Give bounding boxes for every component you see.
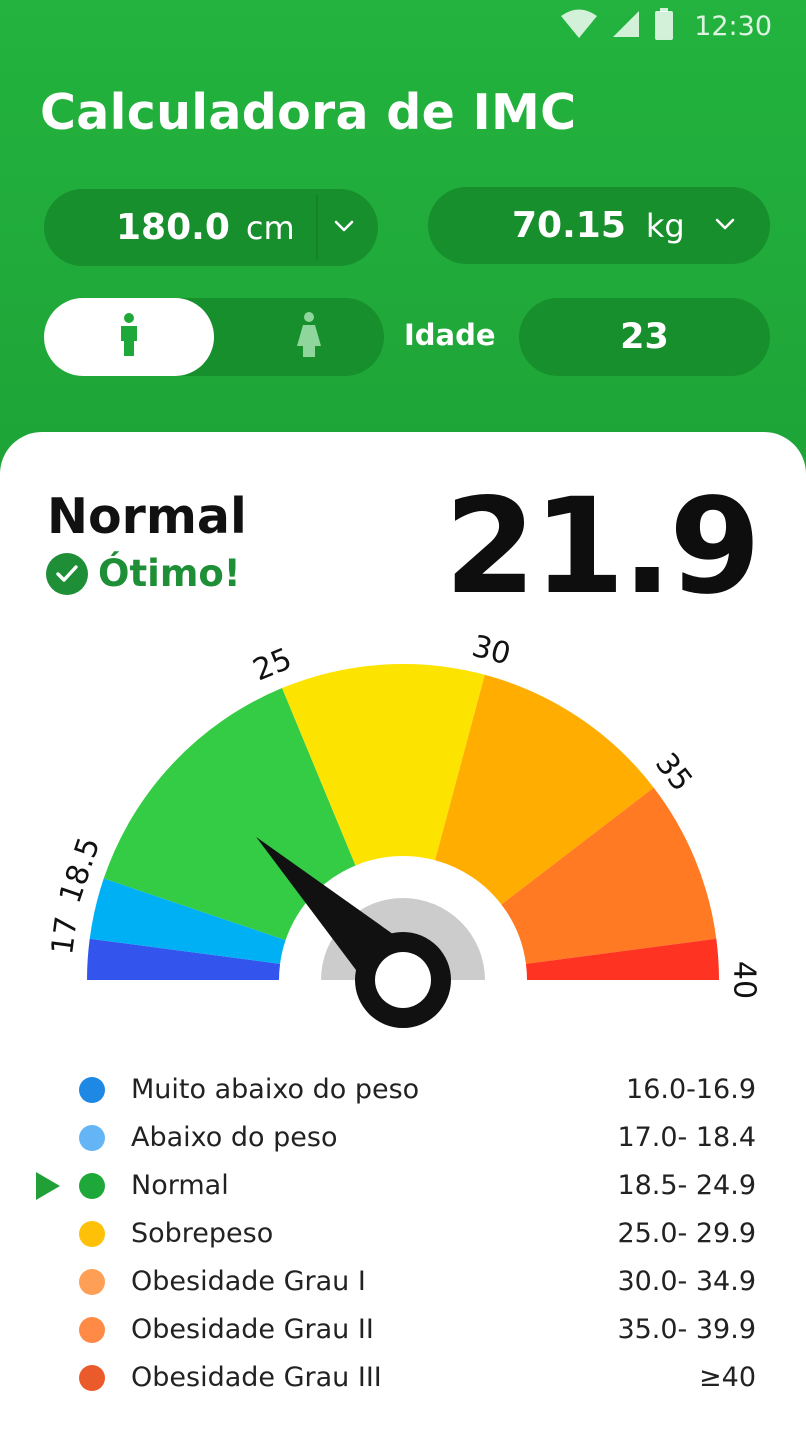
legend-range: 18.5- 24.9 xyxy=(617,1170,756,1201)
page-title: Calculadora de IMC xyxy=(40,84,577,141)
legend-label: Obesidade Grau II xyxy=(131,1314,374,1345)
height-value: 180.0 xyxy=(116,207,230,248)
age-value: 23 xyxy=(620,317,669,357)
legend-color-dot xyxy=(79,1269,105,1295)
legend-range: ≥40 xyxy=(699,1362,756,1393)
legend-label: Obesidade Grau I xyxy=(131,1266,366,1297)
height-unit: cm xyxy=(245,208,295,247)
legend-row: Sobrepeso 25.0- 29.9 xyxy=(0,1210,806,1258)
legend-range: 35.0- 39.9 xyxy=(617,1314,756,1345)
divider xyxy=(316,195,318,260)
status-text: Ótimo! xyxy=(98,552,241,595)
weight-unit: kg xyxy=(645,206,685,245)
weight-selector[interactable]: 70.15 kg xyxy=(428,187,770,264)
bmi-category: Normal xyxy=(47,488,247,545)
legend-row: Normal 18.5- 24.9 xyxy=(0,1162,806,1210)
check-circle-icon xyxy=(46,552,88,595)
current-category-arrow-icon xyxy=(36,1172,60,1200)
legend-label: Abaixo do peso xyxy=(131,1122,338,1153)
gender-female-option[interactable] xyxy=(254,298,364,376)
bmi-value: 21.9 xyxy=(444,470,761,624)
legend-color-dot xyxy=(79,1173,105,1199)
legend-color-dot xyxy=(79,1077,105,1103)
legend-range: 16.0-16.9 xyxy=(626,1074,756,1105)
wifi-icon xyxy=(560,9,598,43)
legend-label: Normal xyxy=(131,1170,229,1201)
legend-label: Sobrepeso xyxy=(131,1218,274,1249)
gauge-tick-label: 17 xyxy=(45,914,85,956)
battery-icon xyxy=(654,8,674,44)
chevron-down-icon[interactable] xyxy=(710,209,740,239)
gauge-tick-label: 25 xyxy=(248,641,297,688)
legend-row: Obesidade Grau I 30.0- 34.9 xyxy=(0,1258,806,1306)
cell-signal-icon xyxy=(612,10,640,42)
gender-male-option[interactable] xyxy=(44,298,214,376)
age-label: Idade xyxy=(404,318,496,352)
legend-row: Muito abaixo do peso 16.0-16.9 xyxy=(0,1066,806,1114)
clock: 12:30 xyxy=(694,10,772,42)
legend-row: Abaixo do peso 17.0- 18.4 xyxy=(0,1114,806,1162)
legend-range: 17.0- 18.4 xyxy=(617,1122,756,1153)
status-bar: 12:30 xyxy=(560,8,772,44)
chevron-down-icon[interactable] xyxy=(329,211,359,241)
gauge-tick-label: 40 xyxy=(727,961,762,999)
legend-color-dot xyxy=(79,1365,105,1391)
height-selector[interactable]: 180.0 cm xyxy=(44,189,378,266)
gauge-needle-hub-center xyxy=(375,952,431,1008)
bmi-gauge: 1718.525 303540 xyxy=(45,629,762,1028)
legend-range: 30.0- 34.9 xyxy=(617,1266,756,1297)
male-icon xyxy=(119,313,139,361)
legend-color-dot xyxy=(79,1125,105,1151)
gauge-tick-label: 30 xyxy=(468,629,514,673)
legend-range: 25.0- 29.9 xyxy=(617,1218,756,1249)
legend-label: Muito abaixo do peso xyxy=(131,1074,420,1105)
legend-row: Obesidade Grau II 35.0- 39.9 xyxy=(0,1306,806,1354)
female-icon xyxy=(296,312,322,362)
legend-color-dot xyxy=(79,1221,105,1247)
status-row: Ótimo! xyxy=(46,552,241,595)
legend-label: Obesidade Grau III xyxy=(131,1362,382,1393)
gender-toggle[interactable] xyxy=(44,298,384,376)
age-input[interactable]: 23 xyxy=(519,298,770,376)
legend-row: Obesidade Grau III ≥40 xyxy=(0,1354,806,1402)
legend-color-dot xyxy=(79,1317,105,1343)
weight-value: 70.15 xyxy=(512,205,626,246)
